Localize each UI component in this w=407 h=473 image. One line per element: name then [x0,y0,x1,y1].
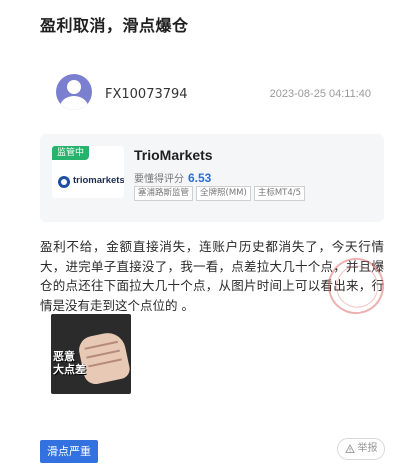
alert-icon [344,444,355,454]
broker-tags: 塞浦路斯监管 全牌照(MM) 主标MT4/5 [134,186,306,201]
attachment-caption: 恶意 大点差 [53,350,86,376]
expose-category-button[interactable]: 滑点严重 [40,440,98,463]
broker-logo: 监管中 triomarkets [52,146,124,198]
logo-text: triomarkets [73,175,124,186]
attachment-thumbnail[interactable]: 恶意 大点差 [51,314,131,394]
avatar-body [60,96,88,110]
broker-tag: 塞浦路斯监管 [134,186,194,201]
triomarkets-logo-icon [58,176,70,188]
user-row: FX10073794 2023-08-25 04:11:40 [56,74,376,118]
regulation-badge: 监管中 [52,146,90,160]
post-timestamp: 2023-08-25 04:11:40 [269,88,371,100]
broker-rating: 要懂得评分 6.53 [134,167,211,186]
broker-card[interactable]: 监管中 triomarkets TrioMarkets 要懂得评分 6.53 塞浦… [40,134,384,222]
post-title: 盈利取消，滑点爆仓 [40,16,189,35]
rating-label: 要懂得评分 [134,174,184,185]
report-label: 举报 [357,443,378,454]
post-page: 盈利取消，滑点爆仓 FX10073794 2023-08-25 04:11:40… [0,0,407,473]
avatar-head [67,80,81,94]
broker-tag: 全牌照(MM) [196,186,251,201]
username[interactable]: FX10073794 [105,87,188,102]
broker-name: TrioMarkets [134,147,213,163]
rating-value: 6.53 [188,171,212,185]
user-avatar-icon[interactable] [56,74,92,110]
report-button[interactable]: 举报 [337,438,385,460]
broker-tag: 主标MT4/5 [253,186,306,201]
